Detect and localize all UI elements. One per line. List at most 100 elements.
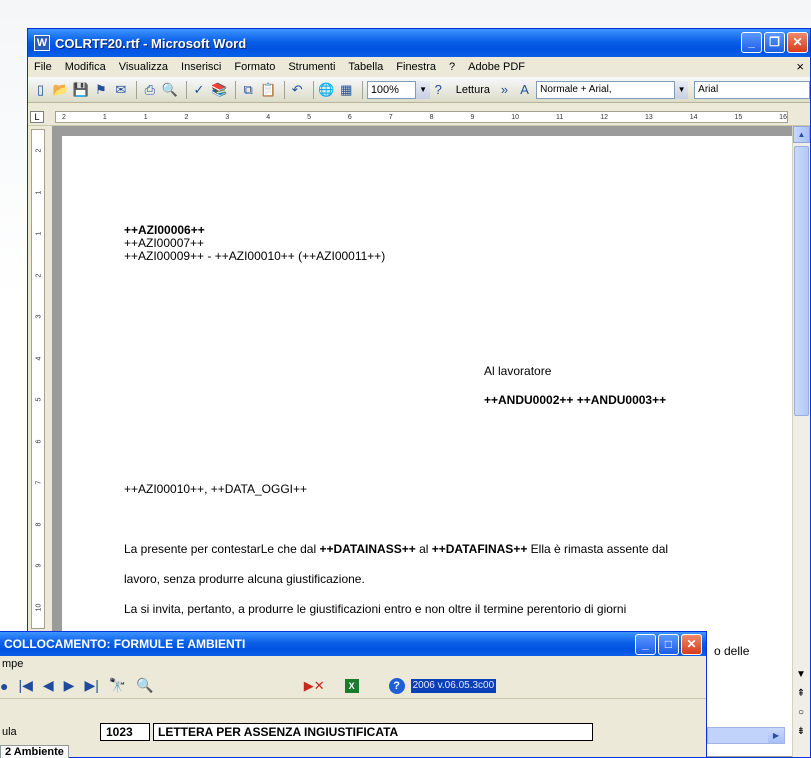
print-icon[interactable]: ⎙ [141,81,158,99]
search-icon[interactable]: 🔍 [136,677,153,694]
ruler-number: 2 [184,114,189,121]
new-document-icon[interactable]: ▯ [32,81,49,99]
horizontal-ruler[interactable]: L 2 1 1 2 3 4 5 6 7 8 9 10 11 12 13 14 1… [28,108,810,126]
formula-code-field[interactable]: 1023 [100,723,150,741]
scroll-thumb[interactable] [794,146,809,416]
menu-modifica[interactable]: Modifica [65,61,106,73]
record-icon[interactable]: ● [0,678,8,694]
formula-row: ula 1023 LETTERA PER ASSENZA INGIUSTIFIC… [0,720,700,744]
minimize-button[interactable]: _ [741,32,762,53]
vruler-number: 5 [35,397,43,402]
menu-adobe-pdf[interactable]: Adobe PDF [468,61,525,73]
ruler-number: 16 [779,114,787,121]
help-icon[interactable]: ? [388,677,405,694]
horizontal-scrollbar[interactable]: ▶ [707,727,785,744]
undo-icon[interactable]: ↶ [289,81,306,99]
permission-icon[interactable]: ⚑ [92,81,109,99]
zoom-select[interactable]: 100% [366,80,417,99]
excel-icon[interactable]: X [344,678,359,693]
dialog-caption-buttons: _ □ ✕ [635,634,702,655]
vruler-number: 7 [35,480,43,485]
formula-name-field[interactable]: LETTERA PER ASSENZA INGIUSTIFICATA [153,723,593,741]
reading-layout-button[interactable]: Lettura [456,84,490,96]
collocamento-dialog: COLLOCAMENTO: FORMULE E AMBIENTI _ □ ✕ m… [0,631,707,758]
dialog-menu-item[interactable]: mpe [0,656,706,673]
close-button[interactable]: ✕ [787,32,808,53]
para1-field-start: ++DATAINASS++ [319,542,416,556]
menu-inserisci[interactable]: Inserisci [181,61,221,73]
previous-page-icon[interactable]: ⇞ [797,688,805,699]
tab-ambiente[interactable]: 2 Ambiente [0,745,69,758]
screenshot-stage: W COLRTF20.rtf - Microsoft Word _ ❐ ✕ Fi… [0,0,811,758]
hyperlink-icon[interactable]: 🌐 [318,81,335,99]
word-title-bar[interactable]: W COLRTF20.rtf - Microsoft Word _ ❐ ✕ [28,29,810,57]
document-close-icon[interactable]: × [796,59,804,74]
open-folder-icon[interactable]: 📂 [52,81,69,99]
paragraph-3: La si invita, pertanto, a produrre le gi… [124,602,627,616]
vruler-number: 2 [35,273,43,278]
menu-tabella[interactable]: Tabella [348,61,383,73]
ruler-number: 9 [470,114,475,121]
email-icon[interactable]: ✉ [112,81,129,99]
menu-finestra[interactable]: Finestra [396,61,436,73]
paste-icon[interactable]: 📋 [260,81,277,99]
tab-stop-selector[interactable]: L [30,111,44,123]
dialog-maximize-button[interactable]: □ [658,634,679,655]
ruler-number: 1 [143,114,148,121]
previous-record-icon[interactable]: ◀ [43,677,54,694]
ruler-number: 10 [511,114,520,121]
spelling-icon[interactable]: ✓ [190,81,207,99]
font-select[interactable]: Arial [694,80,810,99]
browse-object-icon[interactable]: ○ [798,707,804,718]
toolbar-separator [136,80,138,99]
menu-strumenti[interactable]: Strumenti [288,61,335,73]
first-record-icon[interactable]: |◀ [18,677,32,694]
help-icon[interactable]: ? [430,81,447,99]
vruler-number: 10 [35,603,43,612]
save-icon[interactable]: 💾 [72,81,89,99]
last-record-icon[interactable]: ▶| [84,677,98,694]
word-app-icon: W [34,35,50,51]
vruler-number: 1 [35,190,43,195]
scroll-down-icon[interactable]: ▼ [796,669,806,680]
vruler-number: 6 [35,439,43,444]
scroll-up-icon[interactable]: ▲ [793,126,810,143]
dialog-close-button[interactable]: ✕ [681,634,702,655]
print-preview-icon[interactable]: 🔍 [161,81,178,99]
vertical-scrollbar[interactable]: ▲ ▼ ⇞ ○ ⇟ [792,126,810,757]
window-caption-buttons: _ ❐ ✕ [741,32,808,53]
recipient-label: Al lavoratore [484,364,552,378]
menu-formato[interactable]: Formato [234,61,275,73]
dialog-minimize-button[interactable]: _ [635,634,656,655]
next-page-icon[interactable]: ⇟ [797,726,805,737]
dialog-title-bar[interactable]: COLLOCAMENTO: FORMULE E AMBIENTI _ □ ✕ [0,632,706,656]
styles-pane-icon[interactable]: A [516,81,533,99]
delete-icon[interactable]: ▶✕ [304,678,325,694]
find-icon[interactable]: 🔭 [109,677,126,694]
menu-visualizza[interactable]: Visualizza [119,61,168,73]
vruler-number: 4 [35,356,43,361]
para1-field-end: ++DATAFINAS++ [431,542,528,556]
menu-file[interactable]: File [34,61,52,73]
ruler-track: 2 1 1 2 3 4 5 6 7 8 9 10 11 12 13 14 15 [55,111,788,123]
vertical-ruler[interactable]: 2 1 1 2 3 4 5 6 7 8 9 10 [31,129,45,629]
zoom-dropdown-icon[interactable]: ▼ [416,80,430,99]
toolbar-options-icon[interactable]: » [496,81,513,99]
style-dropdown-icon[interactable]: ▼ [674,80,689,99]
style-select[interactable]: Normale + Arial, [536,80,675,99]
ruler-number: 14 [689,114,698,121]
maximize-button[interactable]: ❐ [764,32,785,53]
table-icon[interactable]: ▦ [338,81,355,99]
ruler-number: 13 [644,114,653,121]
research-icon[interactable]: 📚 [211,81,228,99]
para1-text-c: al [415,542,432,556]
scroll-right-icon[interactable]: ▶ [768,728,784,743]
copy-icon[interactable]: ⧉ [240,81,257,99]
para1-text-e: Ella è rimasta assente dal [527,542,669,556]
browse-controls: ▼ ⇞ ○ ⇟ [792,669,810,737]
next-record-icon[interactable]: ▶ [64,677,75,694]
toolbar-separator [185,80,187,99]
ruler-number: 6 [347,114,352,121]
ruler-number: 7 [388,114,393,121]
menu-help[interactable]: ? [449,61,455,73]
